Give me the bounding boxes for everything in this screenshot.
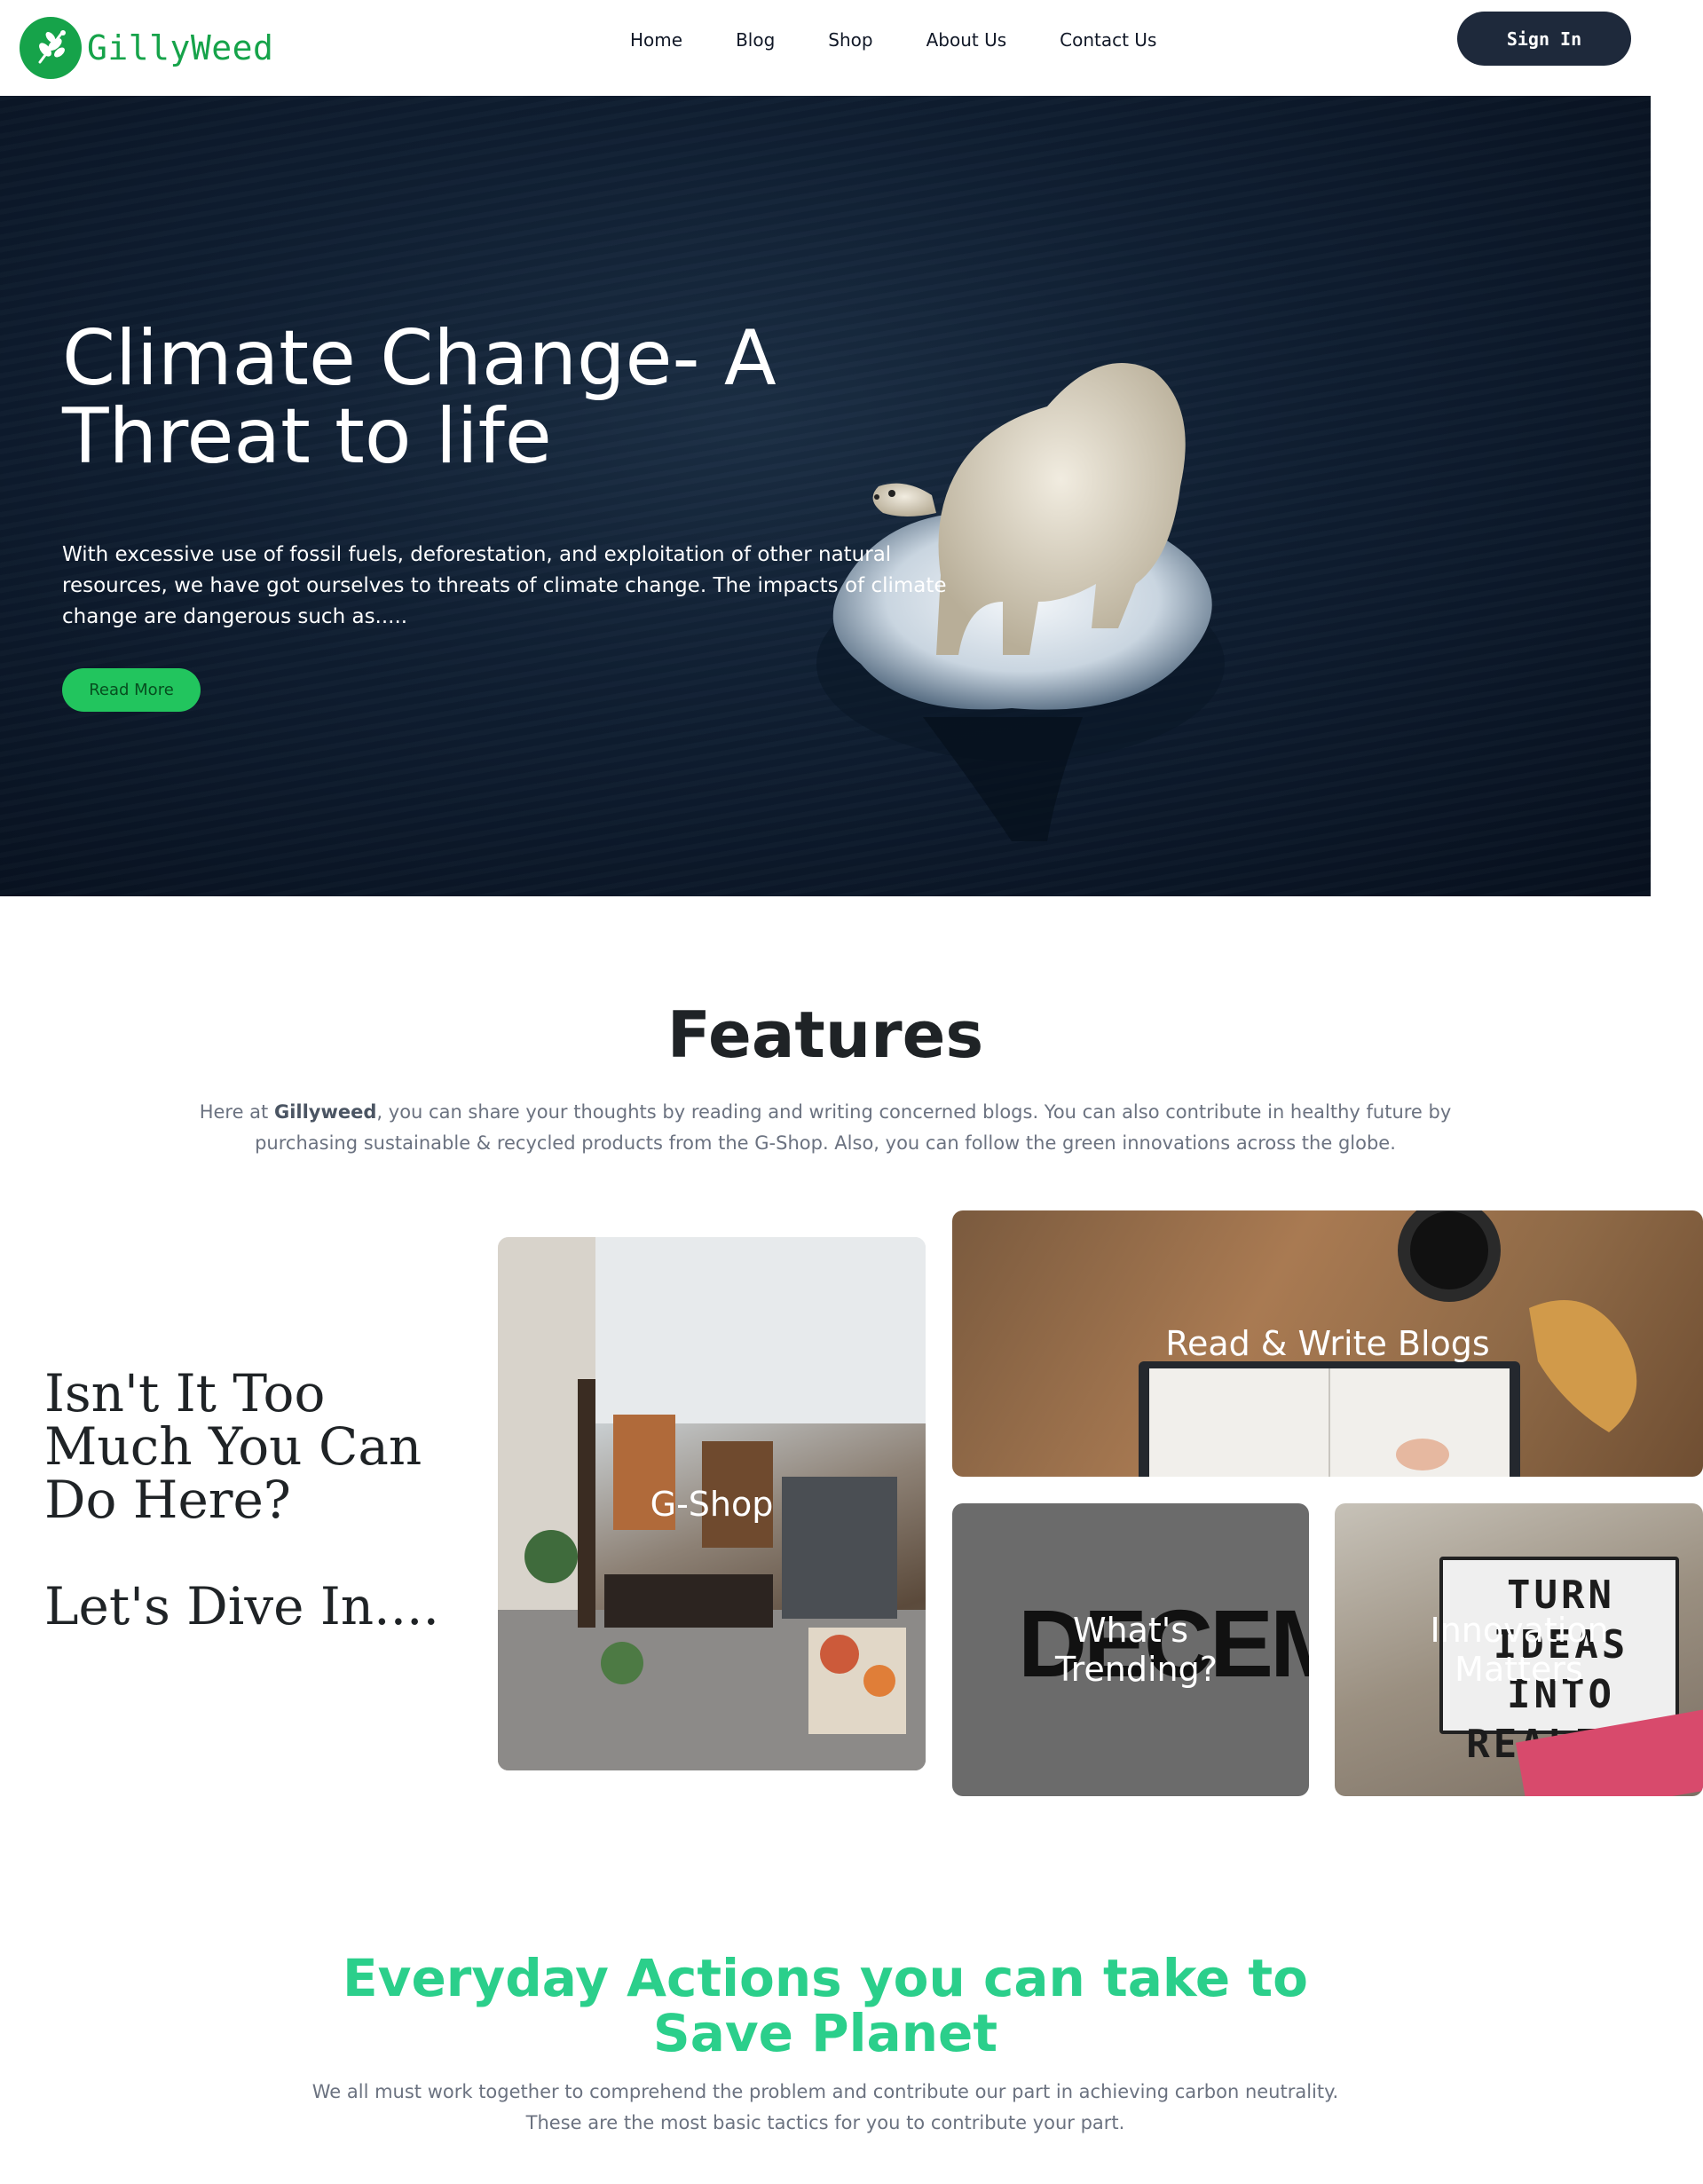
card-g-shop[interactable]: G-Shop	[498, 1237, 926, 1770]
hero-banner: Climate Change- A Threat to life With ex…	[0, 96, 1651, 896]
brand-link[interactable]: GillyWeed	[20, 17, 273, 79]
features-desc-prefix: Here at	[199, 1101, 274, 1123]
nav-about-us[interactable]: About Us	[926, 29, 1007, 51]
card-g-shop-label: G-Shop	[650, 1484, 774, 1524]
sign-in-button[interactable]: Sign In	[1457, 12, 1631, 66]
navbar: GillyWeed Home Blog Shop About Us Contac…	[0, 0, 1703, 96]
features-title: Features	[666, 997, 984, 1072]
hero-description: With excessive use of fossil fuels, defo…	[62, 543, 947, 628]
card-read-write-blogs-label: Read & Write Blogs	[1165, 1324, 1490, 1363]
features-description: Here at Gillyweed, you can share your th…	[160, 1097, 1491, 1159]
actions-description: We all must work together to comprehend …	[311, 2081, 1339, 2133]
card-read-write-blogs[interactable]: Read & Write Blogs	[952, 1210, 1703, 1477]
card-innovation-matters-label: Innovation Matters	[1430, 1611, 1609, 1689]
nav-blog[interactable]: Blog	[736, 29, 775, 51]
features-desc-brand: Gillyweed	[273, 1101, 377, 1123]
card-whats-trending-label: What's Trending?	[1055, 1611, 1218, 1689]
brand-name: GillyWeed	[87, 28, 274, 67]
card-innovation-matters[interactable]: TURN IDEAS INTO REALITY Innovation Matte…	[1335, 1503, 1703, 1796]
main-nav: Home Blog Shop About Us Contact Us	[603, 0, 1183, 80]
actions-title: Everyday Actions you can take to Save Pl…	[343, 1948, 1308, 2063]
read-more-button[interactable]: Read More	[62, 668, 201, 712]
hero-title: Climate Change- A Threat to life	[62, 314, 777, 481]
nav-home[interactable]: Home	[630, 29, 682, 51]
nav-shop[interactable]: Shop	[828, 29, 872, 51]
dive-subheading: Let's Dive In....	[44, 1576, 439, 1636]
leaf-icon	[20, 17, 82, 79]
card-whats-trending[interactable]: DECEMBER What's Trending?	[952, 1503, 1309, 1796]
nav-contact-us[interactable]: Contact Us	[1060, 29, 1156, 51]
features-desc-rest: , you can share your thoughts by reading…	[255, 1101, 1452, 1154]
dive-heading: Isn't It Too Much You Can Do Here?	[44, 1363, 422, 1530]
